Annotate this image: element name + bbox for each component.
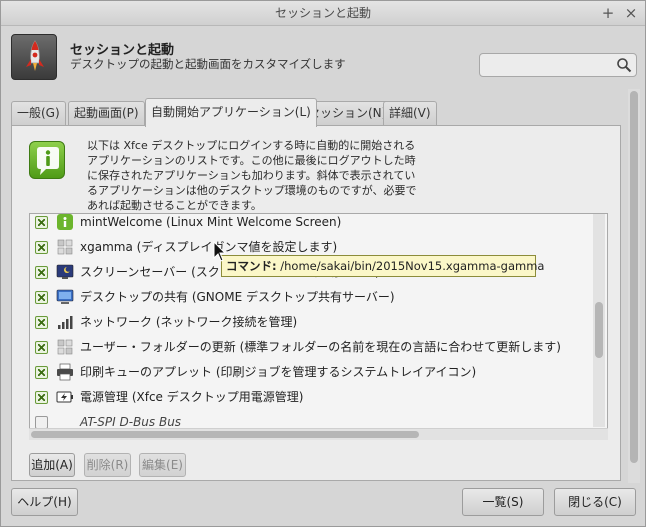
autostart-checkbox[interactable] bbox=[35, 341, 48, 354]
close-button[interactable]: 閉じる(C) bbox=[554, 488, 636, 516]
tab-splash[interactable]: 起動画面(P) bbox=[68, 101, 145, 125]
tooltip-key: コマンド: bbox=[226, 259, 277, 273]
dialog-vertical-scrollbar[interactable] bbox=[628, 89, 640, 483]
info-description: 以下は Xfce デスクトップにログインする時に自動的に開始されるアプリケーショ… bbox=[87, 139, 417, 212]
page-subtitle: デスクトップの起動と起動画面をカスタマイズします bbox=[70, 57, 346, 71]
list-item[interactable]: 電源管理 (Xfce デスクトップ用電源管理) bbox=[30, 385, 590, 410]
network-signal-icon bbox=[58, 316, 73, 329]
tooltip-value: /home/sakai/bin/2015Nov15.xgamma-gamma bbox=[276, 259, 545, 273]
desktop-sharing-icon bbox=[56, 289, 74, 304]
autostart-label: 印刷キューのアプレット (印刷ジョブを管理するシステムトレイアイコン) bbox=[80, 365, 477, 379]
tab-autostart[interactable]: 自動開始アプリケーション(L) bbox=[145, 98, 317, 127]
search-icon[interactable] bbox=[616, 57, 632, 73]
list-sessions-button[interactable]: 一覧(S) bbox=[462, 488, 544, 516]
list-item[interactable]: ユーザー・フォルダーの更新 (標準フォルダーの名前を現在の言語に合わせて更新しま… bbox=[30, 335, 590, 360]
info-icon bbox=[29, 141, 65, 179]
autostart-label: mintWelcome (Linux Mint Welcome Screen) bbox=[80, 215, 342, 229]
list-vertical-scrollbar[interactable] bbox=[593, 214, 605, 427]
list-vertical-scrollbar-thumb[interactable] bbox=[595, 302, 603, 358]
printer-icon bbox=[57, 363, 73, 381]
autostart-checkbox[interactable] bbox=[35, 391, 48, 404]
autostart-checkbox[interactable] bbox=[35, 291, 48, 304]
screensaver-icon bbox=[56, 264, 74, 279]
list-item[interactable]: デスクトップの共有 (GNOME デスクトップ共有サーバー) bbox=[30, 285, 590, 310]
autostart-label: デスクトップの共有 (GNOME デスクトップ共有サーバー) bbox=[80, 290, 395, 304]
tab-advanced[interactable]: 詳細(V) bbox=[383, 101, 437, 125]
autostart-checkbox[interactable] bbox=[35, 366, 48, 379]
list-item[interactable]: 印刷キューのアプレット (印刷ジョブを管理するシステムトレイアイコン) bbox=[30, 360, 590, 385]
list-item[interactable]: mintWelcome (Linux Mint Welcome Screen) bbox=[30, 214, 590, 235]
window-title: セッションと起動 bbox=[274, 6, 371, 20]
generic-app-icon bbox=[57, 339, 73, 355]
autostart-checkbox[interactable] bbox=[35, 266, 48, 279]
autostart-label: ネットワーク (ネットワーク接続を管理) bbox=[80, 315, 298, 329]
session-startup-window: セッションと起動 + × セッションと起動 デスクトップの起動と起動画面をカスタ… bbox=[0, 0, 646, 527]
autostart-checkbox[interactable] bbox=[35, 241, 48, 254]
generic-app-icon bbox=[57, 239, 73, 255]
tab-general[interactable]: 一般(G) bbox=[11, 101, 66, 125]
list-horizontal-scrollbar-thumb[interactable] bbox=[31, 431, 419, 438]
dialog-header: セッションと起動 デスクトップの起動と起動画面をカスタマイズします bbox=[1, 27, 645, 87]
command-tooltip: コマンド: /home/sakai/bin/2015Nov15.xgamma-g… bbox=[221, 255, 544, 277]
edit-button[interactable]: 編集(E) bbox=[139, 453, 186, 477]
battery-icon bbox=[56, 391, 73, 403]
dialog-vertical-scrollbar-thumb[interactable] bbox=[630, 91, 638, 463]
autostart-panel: 以下は Xfce デスクトップにログインする時に自動的に開始されるアプリケーショ… bbox=[11, 125, 621, 481]
help-button[interactable]: ヘルプ(H) bbox=[11, 488, 78, 516]
remove-button[interactable]: 削除(R) bbox=[84, 453, 131, 477]
autostart-label: ユーザー・フォルダーの更新 (標準フォルダーの名前を現在の言語に合わせて更新しま… bbox=[80, 340, 561, 354]
search-input[interactable] bbox=[479, 53, 637, 77]
rocket-app-icon bbox=[11, 34, 57, 80]
maximize-plus-icon[interactable]: + bbox=[599, 1, 617, 26]
close-icon[interactable]: × bbox=[622, 1, 640, 26]
mouse-cursor-icon bbox=[213, 241, 227, 262]
list-item[interactable]: ネットワーク (ネットワーク接続を管理) bbox=[30, 310, 590, 335]
autostart-list[interactable]: mintWelcome (Linux Mint Welcome Screen) … bbox=[29, 213, 608, 440]
titlebar[interactable]: セッションと起動 + × bbox=[1, 1, 645, 26]
list-horizontal-scrollbar[interactable] bbox=[29, 428, 608, 440]
autostart-label: 電源管理 (Xfce デスクトップ用電源管理) bbox=[80, 390, 304, 404]
autostart-checkbox[interactable] bbox=[35, 216, 48, 229]
autostart-checkbox[interactable] bbox=[35, 316, 48, 329]
mint-welcome-icon bbox=[57, 214, 73, 230]
add-button[interactable]: 追加(A) bbox=[29, 453, 75, 477]
